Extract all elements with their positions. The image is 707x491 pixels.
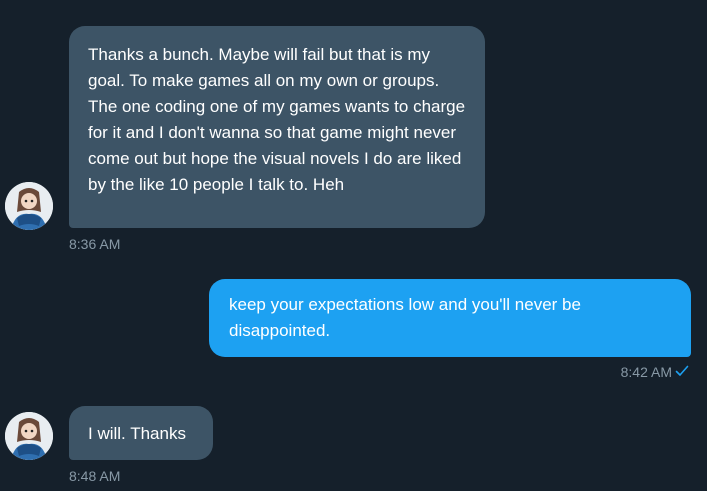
- sender-avatar[interactable]: [5, 412, 53, 460]
- message-bubble-incoming[interactable]: I will. Thanks: [69, 406, 213, 460]
- message-text: Thanks a bunch. Maybe will fail but that…: [88, 45, 466, 194]
- message-bubble-incoming[interactable]: Thanks a bunch. Maybe will fail but that…: [69, 26, 485, 228]
- message-bubble-outgoing[interactable]: keep your expectations low and you'll ne…: [209, 279, 691, 357]
- sender-avatar[interactable]: [5, 182, 53, 230]
- message-text: I will. Thanks: [88, 424, 186, 443]
- message-timestamp: 8:42 AM: [620, 364, 672, 380]
- check-icon: [675, 364, 689, 382]
- message-text: keep your expectations low and you'll ne…: [229, 295, 581, 340]
- message-timestamp: 8:48 AM: [69, 468, 121, 484]
- user-avatar-icon: [5, 412, 53, 460]
- user-avatar-icon: [5, 182, 53, 230]
- message-timestamp-row: 8:42 AM: [621, 363, 689, 382]
- message-timestamp: 8:36 AM: [69, 236, 121, 252]
